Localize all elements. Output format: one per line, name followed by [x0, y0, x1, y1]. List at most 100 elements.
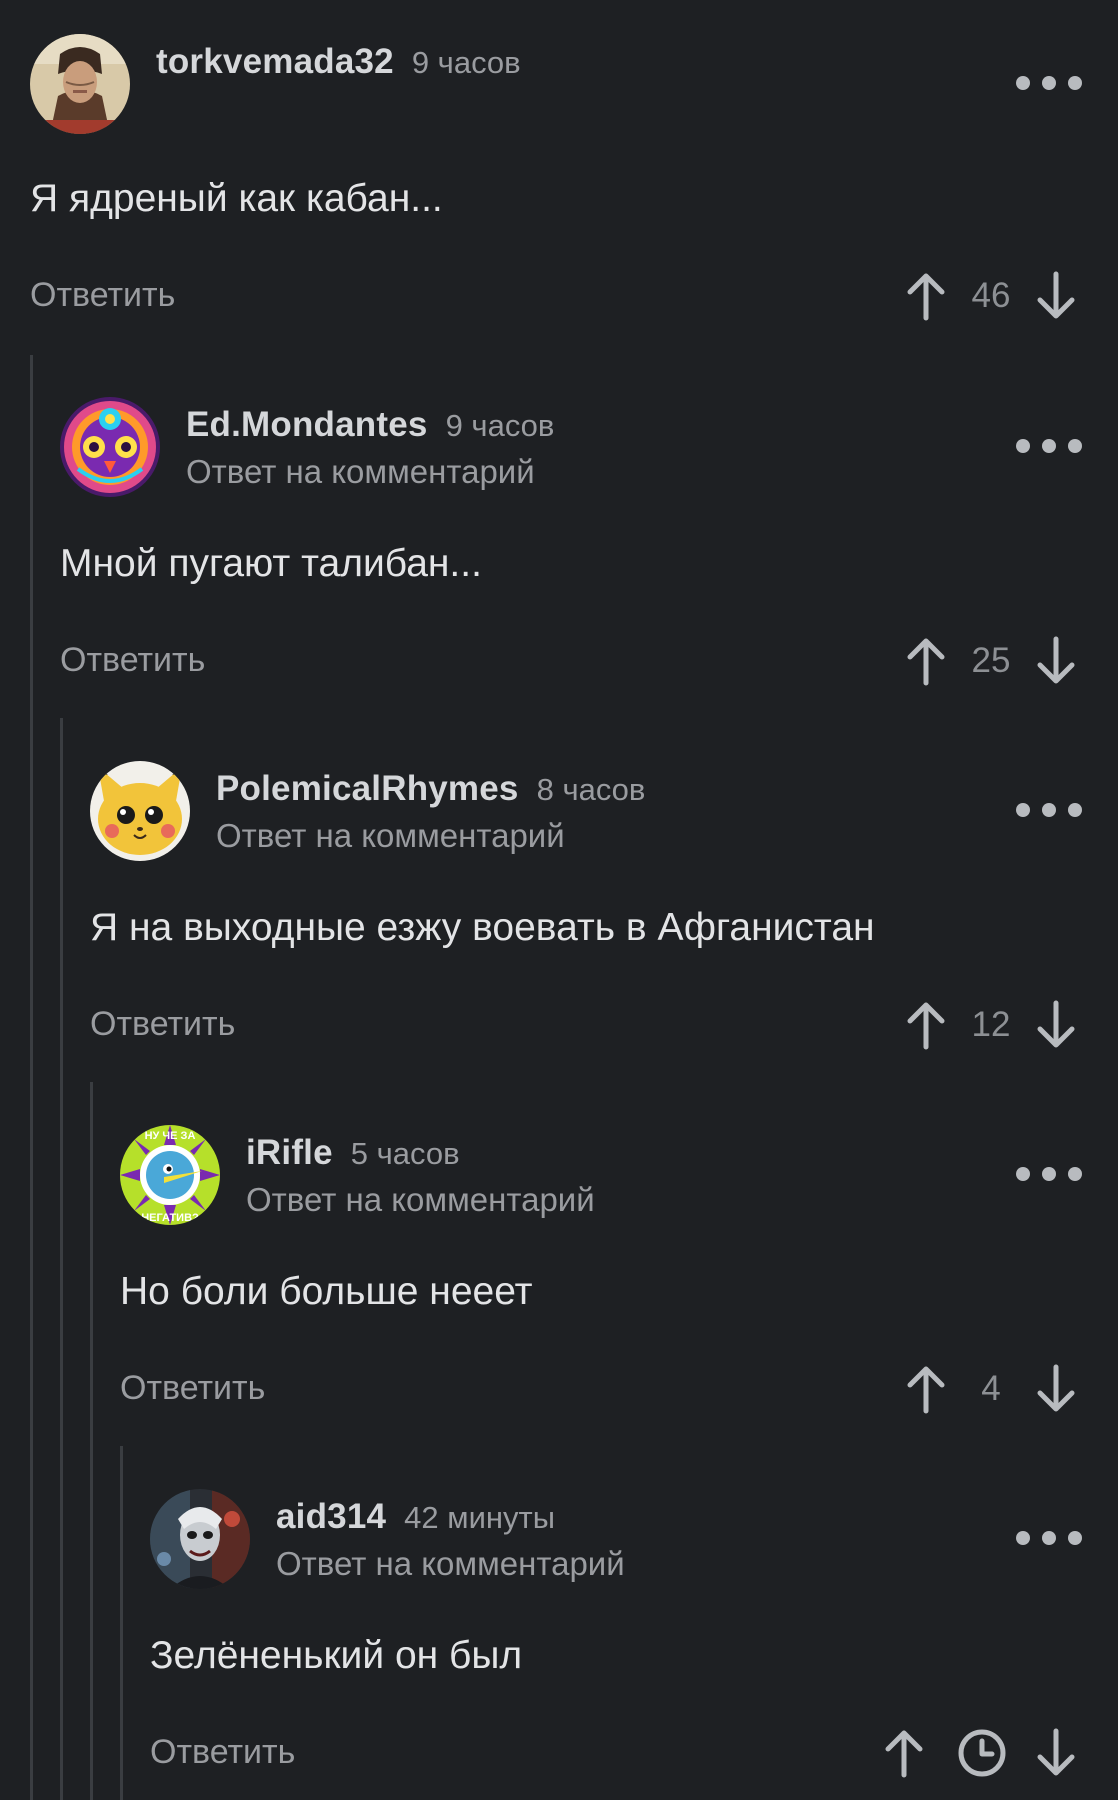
thread-line-level-4 [120, 1446, 123, 1800]
avatar[interactable] [60, 397, 160, 497]
reply-button[interactable]: Ответить [120, 1369, 265, 1408]
arrow-up-icon [907, 1002, 945, 1050]
thread-line-level-3 [90, 1082, 93, 1800]
username[interactable]: aid314 [276, 1489, 386, 1545]
reply-button[interactable]: Ответить [60, 641, 205, 680]
avatar-caption-bottom: НЕГАТИВ? [141, 1212, 199, 1224]
reply-button[interactable]: Ответить [30, 276, 175, 315]
avatar[interactable] [150, 1489, 250, 1589]
upvote-button[interactable] [900, 266, 952, 326]
upvote-button[interactable] [900, 631, 952, 691]
score: 25 [971, 641, 1011, 680]
dark-collage-icon [150, 1489, 250, 1589]
dot-icon [1068, 1531, 1082, 1545]
arrow-up-icon [907, 273, 945, 321]
downvote-button[interactable] [1030, 266, 1082, 326]
username[interactable]: iRifle [246, 1125, 333, 1181]
dot-icon [1016, 1167, 1030, 1181]
comment-actions: Ответить [150, 1723, 1082, 1783]
score: 4 [981, 1369, 1001, 1408]
dot-icon [1016, 76, 1030, 90]
reply-button[interactable]: Ответить [150, 1733, 295, 1772]
dot-icon [1016, 1531, 1030, 1545]
comment-meta: torkvemada32 9 часов [156, 34, 521, 90]
dot-icon [1042, 1167, 1056, 1181]
arrow-down-icon [1037, 636, 1075, 684]
timestamp: 5 часов [350, 1136, 460, 1171]
more-options-button[interactable] [1016, 1163, 1082, 1185]
clock-icon [956, 1723, 1008, 1783]
dot-icon [1068, 1167, 1082, 1181]
monk-portrait-icon [30, 34, 130, 134]
avatar-caption-top: НУ ЧЕ ЗА [145, 1130, 196, 1142]
avatar[interactable]: НУ ЧЕ ЗА НЕГАТИВ? [120, 1125, 220, 1225]
more-options-button[interactable] [1016, 72, 1082, 94]
dot-icon [1042, 76, 1056, 90]
more-options-button[interactable] [1016, 1527, 1082, 1549]
arrow-down-icon [1037, 1000, 1075, 1048]
comment-actions: Ответить 25 [60, 631, 1082, 691]
avatar[interactable] [90, 761, 190, 861]
comment-text: Я на выходные езжу воевать в Афганистан [90, 906, 875, 949]
arrow-up-icon [907, 638, 945, 686]
comment-header: НУ ЧЕ ЗА НЕГАТИВ? iRifle 5 часов Ответ н… [120, 1125, 1082, 1225]
username[interactable]: PolemicalRhymes [216, 761, 519, 817]
reply-button[interactable]: Ответить [90, 1005, 235, 1044]
upvote-button[interactable] [900, 1359, 952, 1419]
timestamp: 42 минуты [404, 1500, 555, 1535]
dot-icon [1016, 439, 1030, 453]
score: 12 [971, 1005, 1011, 1044]
comment-actions: Ответить 46 [30, 266, 1082, 326]
downvote-button[interactable] [1030, 1359, 1082, 1419]
more-options-button[interactable] [1016, 799, 1082, 821]
comment-header: Ed.Mondantes 9 часов Ответ на комментари… [60, 397, 1082, 497]
comment-header: torkvemada32 9 часов [30, 34, 1082, 134]
username[interactable]: Ed.Mondantes [186, 397, 428, 453]
upvote-button[interactable] [878, 1723, 930, 1783]
more-options-button[interactable] [1016, 435, 1082, 457]
downvote-button[interactable] [1030, 995, 1082, 1055]
dot-icon [1042, 1531, 1056, 1545]
dot-icon [1068, 803, 1082, 817]
comment-meta: iRifle 5 часов Ответ на комментарий [246, 1125, 595, 1223]
comment-text: Я ядреный как кабан... [30, 177, 443, 220]
timestamp: 8 часов [536, 772, 646, 807]
comment: Ed.Mondantes 9 часов Ответ на комментари… [60, 397, 1082, 691]
upvote-button[interactable] [900, 995, 952, 1055]
comment: PolemicalRhymes 8 часов Ответ на коммент… [90, 761, 1082, 1055]
reply-to-label[interactable]: Ответ на комментарий [186, 449, 554, 495]
dot-icon [1068, 439, 1082, 453]
comment-meta: PolemicalRhymes 8 часов Ответ на коммент… [216, 761, 645, 859]
comment-meta: Ed.Mondantes 9 часов Ответ на комментари… [186, 397, 554, 495]
comment-header: PolemicalRhymes 8 часов Ответ на коммент… [90, 761, 1082, 861]
dot-icon [1068, 76, 1082, 90]
bird-sticker-icon: НУ ЧЕ ЗА НЕГАТИВ? [120, 1125, 220, 1225]
psychedelic-owl-icon [60, 397, 160, 497]
reply-to-label[interactable]: Ответ на комментарий [276, 1541, 625, 1587]
arrow-down-icon [1037, 1364, 1075, 1412]
dot-icon [1042, 439, 1056, 453]
comment-actions: Ответить 12 [90, 995, 1082, 1055]
plush-pikachu-icon [90, 761, 190, 861]
comment: НУ ЧЕ ЗА НЕГАТИВ? iRifle 5 часов Ответ н… [120, 1125, 1082, 1419]
username[interactable]: torkvemada32 [156, 34, 394, 90]
comment-header: aid314 42 минуты Ответ на комментарий [150, 1489, 1082, 1589]
avatar[interactable] [30, 34, 130, 134]
score: 46 [971, 276, 1011, 315]
comment-text: Мной пугают талибан... [60, 542, 482, 585]
dot-icon [1042, 803, 1056, 817]
reply-to-label[interactable]: Ответ на комментарий [246, 1177, 595, 1223]
downvote-button[interactable] [1030, 631, 1082, 691]
comment-text: Но боли больше нееет [120, 1270, 533, 1313]
comment: torkvemada32 9 часов Я ядреный как кабан… [30, 34, 1082, 326]
thread-line-level-2 [60, 718, 63, 1800]
thread-line-level-1 [30, 355, 33, 1800]
timestamp: 9 часов [445, 408, 555, 443]
arrow-up-icon [907, 1366, 945, 1414]
arrow-up-icon [885, 1730, 923, 1778]
comment-actions: Ответить 4 [120, 1359, 1082, 1419]
downvote-button[interactable] [1030, 1723, 1082, 1783]
timestamp: 9 часов [411, 45, 521, 80]
comment: aid314 42 минуты Ответ на комментарий Зе… [150, 1489, 1082, 1783]
reply-to-label[interactable]: Ответ на комментарий [216, 813, 645, 859]
